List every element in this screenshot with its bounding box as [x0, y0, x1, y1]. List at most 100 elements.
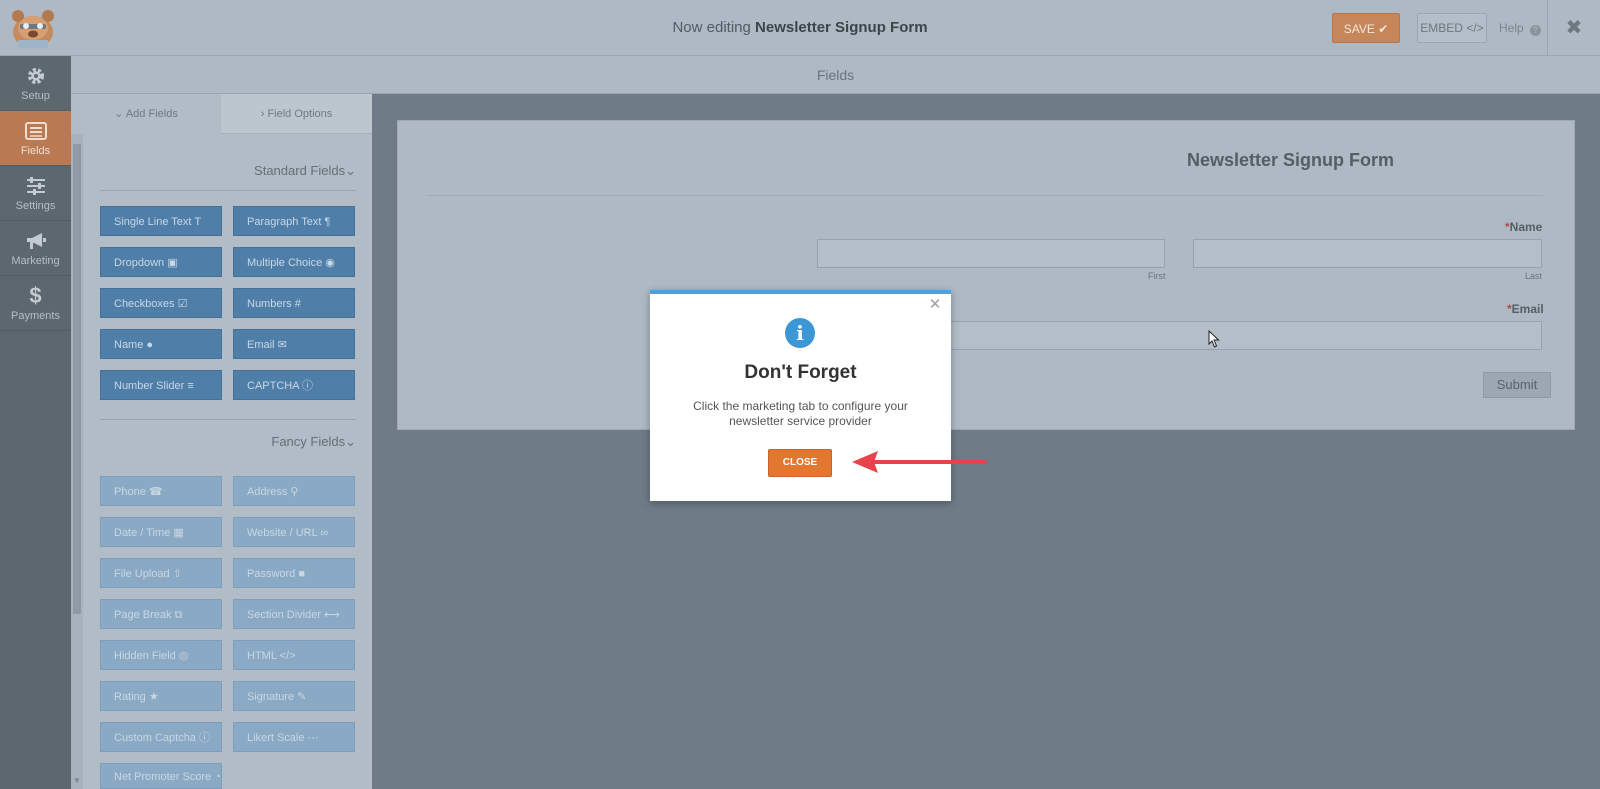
- scroll-down-arrow-icon[interactable]: ▼: [73, 776, 81, 785]
- field-button-page-break[interactable]: Page Break ⧉: [100, 599, 222, 629]
- scrollbar-thumb[interactable]: [73, 144, 81, 614]
- field-button-file-upload[interactable]: File Upload ⇧: [100, 558, 222, 588]
- chevron-down-icon: ⌄: [345, 163, 356, 178]
- nav-item-marketing[interactable]: Marketing: [0, 221, 71, 276]
- checkbox-icon: ☑: [177, 298, 188, 310]
- email-field-label[interactable]: *Email: [1507, 302, 1544, 316]
- fields-header: Fields: [71, 56, 1600, 94]
- section-heading-label: Standard Fields: [254, 163, 346, 178]
- panel-scrollbar[interactable]: ▼: [71, 134, 83, 789]
- close-builder-button[interactable]: ✖: [1547, 0, 1600, 56]
- divider: [100, 419, 356, 420]
- list-icon: [24, 122, 47, 140]
- field-button-custom-captcha[interactable]: Custom Captcha ⓘ: [100, 722, 222, 752]
- embed-button[interactable]: EMBED </>: [1417, 13, 1487, 43]
- field-button-password[interactable]: Password ■: [233, 558, 355, 588]
- question-circle-icon: ⓘ: [302, 380, 314, 392]
- nav-item-setup[interactable]: Setup: [0, 56, 71, 111]
- dollar-icon: $: [29, 283, 42, 308]
- field-button-paragraph-text[interactable]: Paragraph Text ¶: [233, 206, 355, 236]
- nav-item-fields[interactable]: Fields: [0, 111, 71, 166]
- paragraph-icon: ¶: [324, 216, 331, 228]
- nav-label: Marketing: [11, 255, 60, 267]
- first-sublabel: First: [1148, 271, 1166, 281]
- field-button-email[interactable]: Email ✉: [233, 329, 355, 359]
- field-button-dropdown[interactable]: Dropdown ▣: [100, 247, 222, 277]
- standard-fields-heading[interactable]: Standard Fields⌄: [100, 163, 356, 179]
- check-icon: ✔: [1378, 22, 1389, 36]
- user-icon: ●: [146, 339, 154, 351]
- submit-button[interactable]: Submit: [1483, 372, 1551, 398]
- hash-icon: #: [294, 298, 301, 310]
- field-button-likert-scale[interactable]: Likert Scale ⋯: [233, 722, 355, 752]
- help-label: Help: [1499, 21, 1524, 35]
- question-icon: ?: [1529, 25, 1541, 36]
- embed-label: EMBED: [1420, 21, 1463, 35]
- save-button[interactable]: SAVE ✔: [1332, 13, 1400, 43]
- phone-icon: ☎: [148, 486, 163, 498]
- envelope-icon: ✉: [277, 339, 287, 351]
- field-button-html[interactable]: HTML </>: [233, 640, 355, 670]
- lock-icon: ■: [298, 568, 306, 580]
- save-label: SAVE: [1343, 22, 1375, 36]
- field-button-hidden-field[interactable]: Hidden Field ◎: [100, 640, 222, 670]
- nav-label: Payments: [11, 310, 60, 322]
- field-button-name[interactable]: Name ●: [100, 329, 222, 359]
- eye-slash-icon: ◎: [178, 650, 189, 662]
- last-name-input[interactable]: [1193, 239, 1542, 268]
- tab-label: Field Options: [267, 108, 333, 120]
- nav-label: Settings: [15, 200, 56, 212]
- panel-tabs: ⌄ Add Fields › Field Options: [71, 94, 372, 134]
- modal-close-button[interactable]: CLOSE: [768, 449, 832, 477]
- field-button-number-slider[interactable]: Number Slider ≡: [100, 370, 222, 400]
- upload-icon: ⇧: [172, 568, 182, 580]
- ellipsis-icon: ⋯: [307, 732, 319, 744]
- modal-title: Don't Forget: [744, 362, 857, 383]
- field-button-captcha[interactable]: CAPTCHA ⓘ: [233, 370, 355, 400]
- field-button-checkboxes[interactable]: Checkboxes ☑: [100, 288, 222, 318]
- copy-icon: ⧉: [174, 609, 183, 621]
- field-button-single-line-text[interactable]: Single Line Text T: [100, 206, 222, 236]
- field-button-signature[interactable]: Signature ✎: [233, 681, 355, 711]
- tab-field-options[interactable]: › Field Options: [221, 94, 372, 134]
- field-button-date-time[interactable]: Date / Time ▦: [100, 517, 222, 547]
- info-icon: i: [785, 318, 815, 348]
- annotation-arrow-icon: [852, 451, 987, 473]
- field-button-address[interactable]: Address ⚲: [233, 476, 355, 506]
- first-name-input[interactable]: [817, 239, 1165, 268]
- nav-label: Setup: [21, 90, 50, 102]
- tab-label: Add Fields: [125, 108, 178, 120]
- tab-add-fields[interactable]: ⌄ Add Fields: [71, 94, 221, 134]
- field-button-net-promoter-score[interactable]: Net Promoter Score ◔: [100, 763, 222, 789]
- field-button-phone[interactable]: Phone ☎: [100, 476, 222, 506]
- name-field-label[interactable]: *Name: [1505, 220, 1542, 234]
- megaphone-icon: [26, 233, 46, 249]
- last-sublabel: Last: [1525, 271, 1543, 281]
- nav-label: Fields: [20, 145, 51, 157]
- divider: [100, 190, 356, 191]
- field-button-website-url[interactable]: Website / URL ∞: [233, 517, 355, 547]
- chevron-down-icon: ⌄: [345, 434, 356, 449]
- field-button-section-divider[interactable]: Section Divider ⟷: [233, 599, 355, 629]
- star-icon: ★: [148, 691, 159, 703]
- nav-item-settings[interactable]: Settings: [0, 166, 71, 221]
- fancy-fields-heading[interactable]: Fancy Fields⌄: [100, 434, 356, 450]
- radio-icon: ◉: [325, 257, 335, 269]
- field-button-multiple-choice[interactable]: Multiple Choice ◉: [233, 247, 355, 277]
- help-button[interactable]: Help?: [1499, 13, 1541, 43]
- field-button-rating[interactable]: Rating ★: [100, 681, 222, 711]
- chevron-right-icon: ›: [260, 108, 265, 120]
- left-nav: Setup Fields Settings Marketing $ Paymen…: [0, 56, 71, 789]
- modal-close-icon[interactable]: ✕: [928, 297, 942, 312]
- section-heading-label: Fancy Fields: [271, 434, 346, 449]
- map-marker-icon: ⚲: [290, 486, 299, 498]
- dropdown-icon: ▣: [167, 257, 178, 269]
- question-circle-icon: ⓘ: [199, 732, 210, 744]
- form-title: Newsletter Signup Form: [1187, 150, 1395, 170]
- nav-item-payments[interactable]: $ Payments: [0, 276, 71, 331]
- sliders-icon: [26, 177, 45, 195]
- field-button-numbers[interactable]: Numbers #: [233, 288, 355, 318]
- code-icon: </>: [1466, 21, 1484, 35]
- text-icon: T: [194, 216, 202, 228]
- form-name: Newsletter Signup Form: [755, 19, 928, 36]
